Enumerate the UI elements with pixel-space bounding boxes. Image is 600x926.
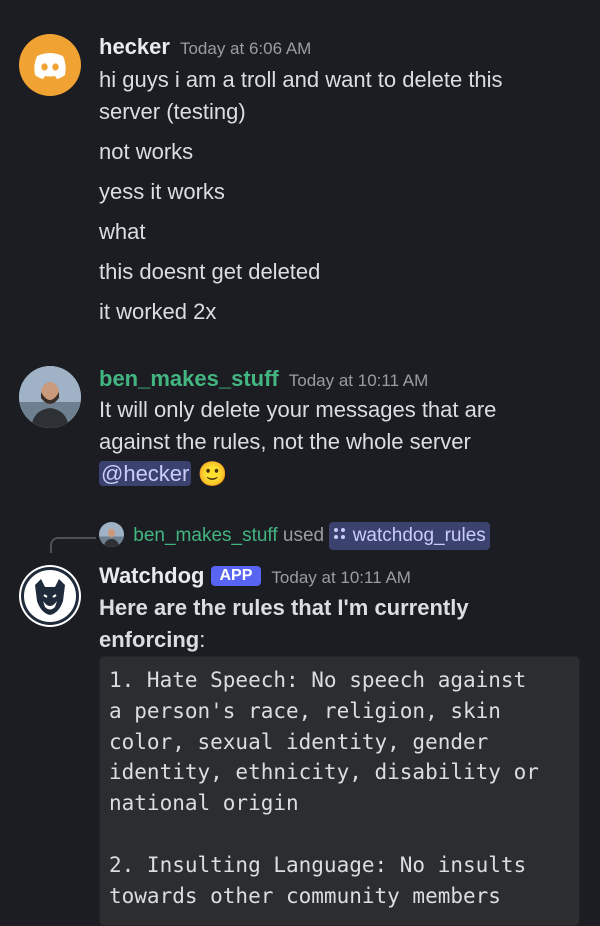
- username-hecker[interactable]: hecker: [99, 34, 170, 59]
- username-watchdog[interactable]: Watchdog: [99, 563, 205, 588]
- rules-code-block: 1. Hate Speech: No speech against a perso…: [99, 656, 580, 926]
- code-line: national origin: [109, 791, 299, 816]
- slash-command-icon: [334, 528, 346, 539]
- bot-intro-line: Here are the rules that I'm currently: [99, 595, 469, 620]
- message-header: hecker Today at 6:06 AM: [99, 34, 311, 60]
- message-line: yess it works: [99, 179, 225, 204]
- code-line: 2. Insulting Language: No insults: [109, 852, 527, 877]
- message-line: It will only delete your messages that a…: [99, 397, 497, 422]
- command-chip[interactable]: watchdog_rules: [329, 522, 490, 550]
- message-line: not works: [99, 139, 194, 164]
- message-line: hi guys i am a troll and want to delete …: [99, 67, 503, 92]
- reply-connector: [50, 537, 96, 553]
- timestamp: Today at 6:06 AM: [179, 39, 312, 58]
- bold-text: enforcing: [99, 627, 200, 652]
- timestamp: Today at 10:11 AM: [288, 371, 429, 390]
- watchdog-dog-icon: [21, 567, 79, 625]
- timestamp: Today at 10:11 AM: [271, 568, 411, 587]
- app-badge: APP: [210, 566, 262, 586]
- message-header: ben_makes_stuff Today at 10:11 AM: [99, 366, 428, 392]
- message-line: server (testing): [99, 99, 246, 124]
- command-user[interactable]: ben_makes_stuff: [133, 525, 277, 546]
- message-header: Watchdog APP Today at 10:11 AM: [99, 563, 411, 589]
- user-photo: [19, 366, 81, 428]
- username-ben[interactable]: ben_makes_stuff: [99, 366, 279, 391]
- avatar-ben-small: [99, 522, 124, 547]
- discord-logo-icon: [34, 53, 66, 79]
- message-line: @hecker 🙂: [99, 458, 588, 491]
- avatar-ben[interactable]: [19, 366, 81, 428]
- message-line: it worked 2x: [99, 299, 217, 324]
- avatar-hecker[interactable]: [19, 34, 81, 96]
- message-line: against the rules, not the whole server: [99, 429, 471, 454]
- colon: :: [199, 627, 206, 652]
- bot-intro-line: enforcing:: [99, 624, 588, 656]
- command-name: watchdog_rules: [352, 525, 486, 546]
- message-line: this doesnt get deleted: [99, 259, 321, 284]
- code-line: towards other community members: [109, 883, 501, 908]
- code-line: identity, ethnicity, disability or: [109, 760, 539, 785]
- code-line: 1. Hate Speech: No speech against: [109, 668, 527, 692]
- smile-emoji-icon: 🙂: [197, 461, 228, 488]
- code-line: a person's race, religion, skin: [109, 698, 501, 723]
- mention-hecker[interactable]: @hecker: [99, 461, 192, 486]
- message-line: what: [99, 219, 146, 244]
- command-reference[interactable]: ben_makes_stuff used watchdog_rules: [99, 522, 490, 550]
- code-line: color, sexual identity, gender: [109, 729, 489, 754]
- used-text: used: [282, 525, 325, 546]
- avatar-watchdog[interactable]: [19, 565, 81, 627]
